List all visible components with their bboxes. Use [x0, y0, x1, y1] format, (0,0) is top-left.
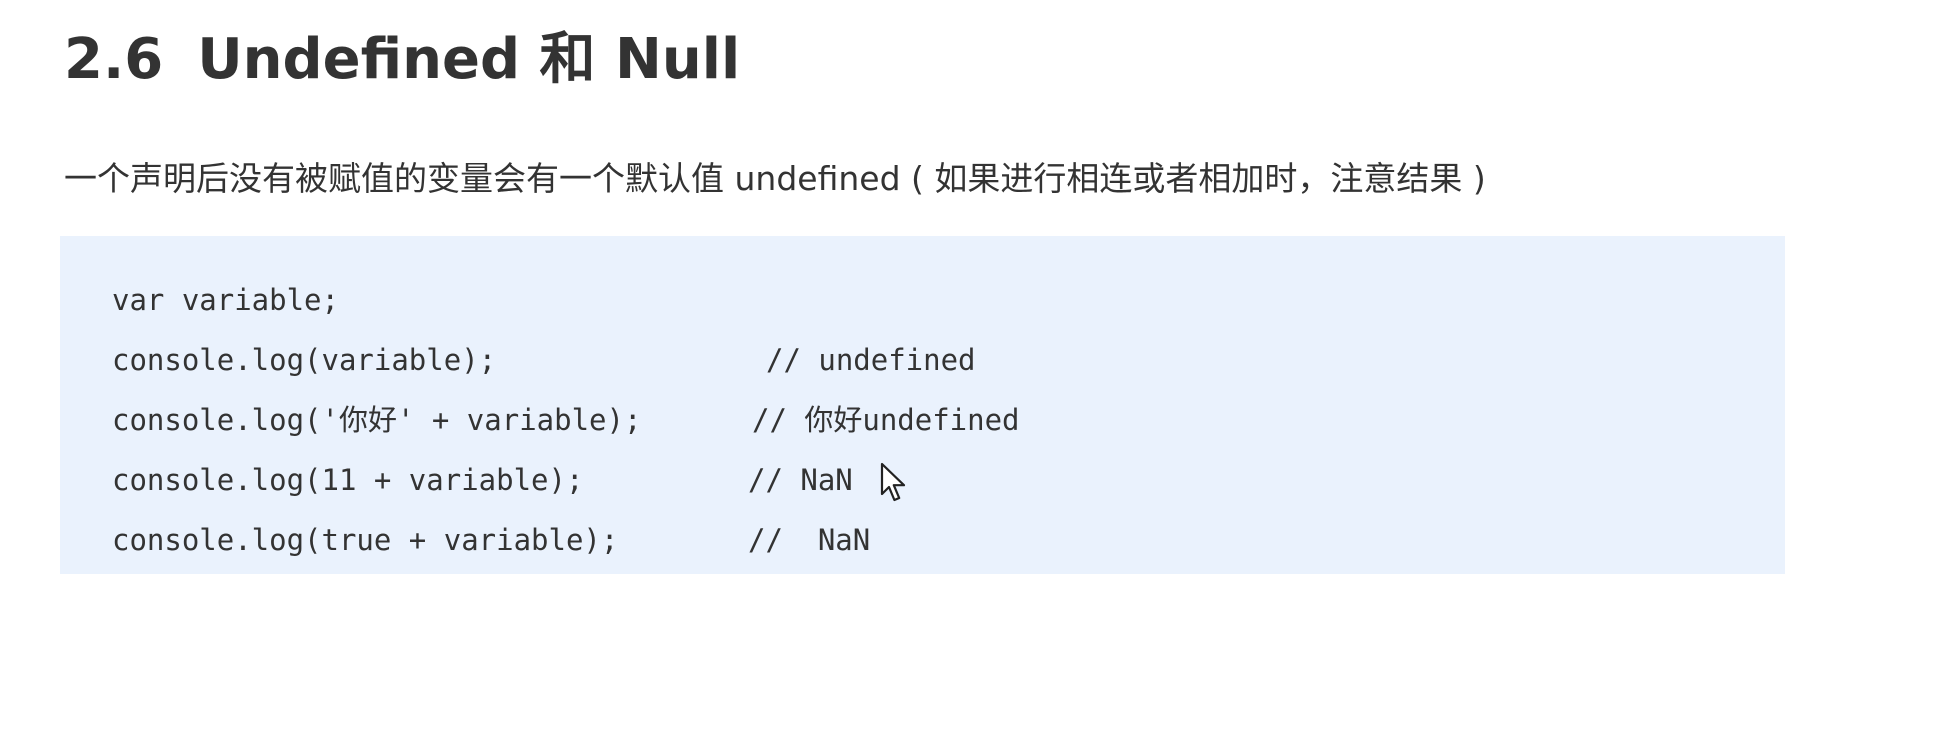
code-line: console.log(true + variable); // NaN	[112, 510, 1785, 570]
code-line: console.log(11 + variable); // NaN	[112, 450, 1785, 510]
section-title: Undefined 和 Null	[197, 27, 741, 92]
code-comment: // NaN	[748, 523, 871, 557]
code-statement: console.log(true + variable);	[112, 523, 619, 557]
section-heading: 2.6 Undefined 和 Null	[64, 18, 740, 102]
mouse-pointer-icon	[880, 462, 906, 502]
code-line: console.log(variable); // undefined	[112, 330, 1785, 390]
code-block: var variable; console.log(variable); // …	[60, 236, 1785, 574]
code-statement: var variable;	[112, 283, 339, 317]
code-line: var variable;	[112, 270, 1785, 330]
code-statement: console.log('你好' + variable);	[112, 403, 642, 437]
code-statement: console.log(11 + variable);	[112, 463, 584, 497]
description-paragraph: 一个声明后没有被赋值的变量会有一个默认值 undefined ( 如果进行相连或…	[64, 159, 1486, 198]
code-line: console.log('你好' + variable); // 你好undef…	[112, 390, 1785, 450]
code-statement: console.log(variable);	[112, 343, 497, 377]
code-comment: // 你好undefined	[752, 403, 1020, 437]
code-comment: // NaN	[748, 463, 853, 497]
section-number: 2.6	[64, 27, 164, 92]
code-comment: // undefined	[766, 343, 976, 377]
